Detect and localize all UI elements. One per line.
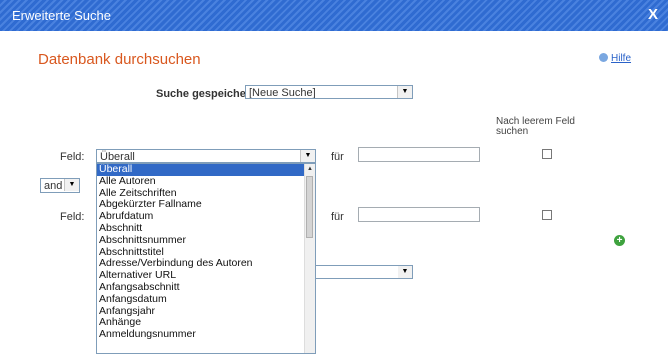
help-icon xyxy=(599,53,608,62)
field-dropdown-list[interactable]: Überall Alle Autoren Alle Zeitschriften Abg… xyxy=(96,163,316,354)
field-option[interactable]: Anmeldungsnummer xyxy=(97,328,315,341)
dropdown-scrollbar[interactable]: ▲ xyxy=(304,164,315,353)
field-select[interactable]: Überall ▼ xyxy=(96,149,316,163)
field-option[interactable]: Abschnittsnummer xyxy=(97,234,315,247)
field-option[interactable]: Anfangsdatum xyxy=(97,293,315,306)
saved-search-select[interactable]: [Neue Suche] ▼ xyxy=(245,85,413,99)
field-label: Feld: xyxy=(60,151,85,163)
extra-select[interactable]: ▼ xyxy=(300,265,413,279)
search-term-input[interactable] xyxy=(358,207,480,222)
help-link[interactable]: Hilfe xyxy=(599,53,631,64)
empty-field-label: Nach leerem Feld suchen xyxy=(496,116,575,137)
field-option[interactable]: Anfangsabschnitt xyxy=(97,281,315,294)
scroll-up-icon[interactable]: ▲ xyxy=(305,164,315,174)
empty-field-checkbox[interactable] xyxy=(542,149,552,159)
add-row-icon[interactable]: + xyxy=(614,235,625,246)
for-label: für xyxy=(331,211,344,223)
window-title: Erweiterte Suche xyxy=(12,8,111,23)
page-title: Datenbank durchsuchen xyxy=(38,51,201,68)
field-select-value: Überall xyxy=(100,151,135,163)
field-option[interactable]: Alle Autoren xyxy=(97,175,315,188)
chevron-down-icon[interactable]: ▼ xyxy=(397,86,412,98)
field-options: Überall Alle Autoren Alle Zeitschriften Abg… xyxy=(97,164,315,341)
chevron-down-icon[interactable]: ▼ xyxy=(300,150,315,162)
field-label: Feld: xyxy=(60,211,85,223)
saved-search-value: [Neue Suche] xyxy=(249,87,316,99)
for-label: für xyxy=(331,151,344,163)
saved-search-label: Suche gespeichert xyxy=(156,88,254,100)
empty-field-checkbox[interactable] xyxy=(542,210,552,220)
operator-value: and xyxy=(44,180,63,192)
operator-select[interactable]: and ▼ xyxy=(40,178,80,193)
search-term-input[interactable] xyxy=(358,147,480,162)
close-button[interactable]: X xyxy=(648,6,658,23)
title-bar: Erweiterte Suche X xyxy=(0,0,668,31)
scroll-thumb[interactable] xyxy=(306,176,313,238)
chevron-down-icon[interactable]: ▼ xyxy=(398,266,412,278)
help-label: Hilfe xyxy=(611,53,632,64)
field-option[interactable]: Abschnitt xyxy=(97,222,315,235)
chevron-down-icon[interactable]: ▼ xyxy=(64,179,79,191)
